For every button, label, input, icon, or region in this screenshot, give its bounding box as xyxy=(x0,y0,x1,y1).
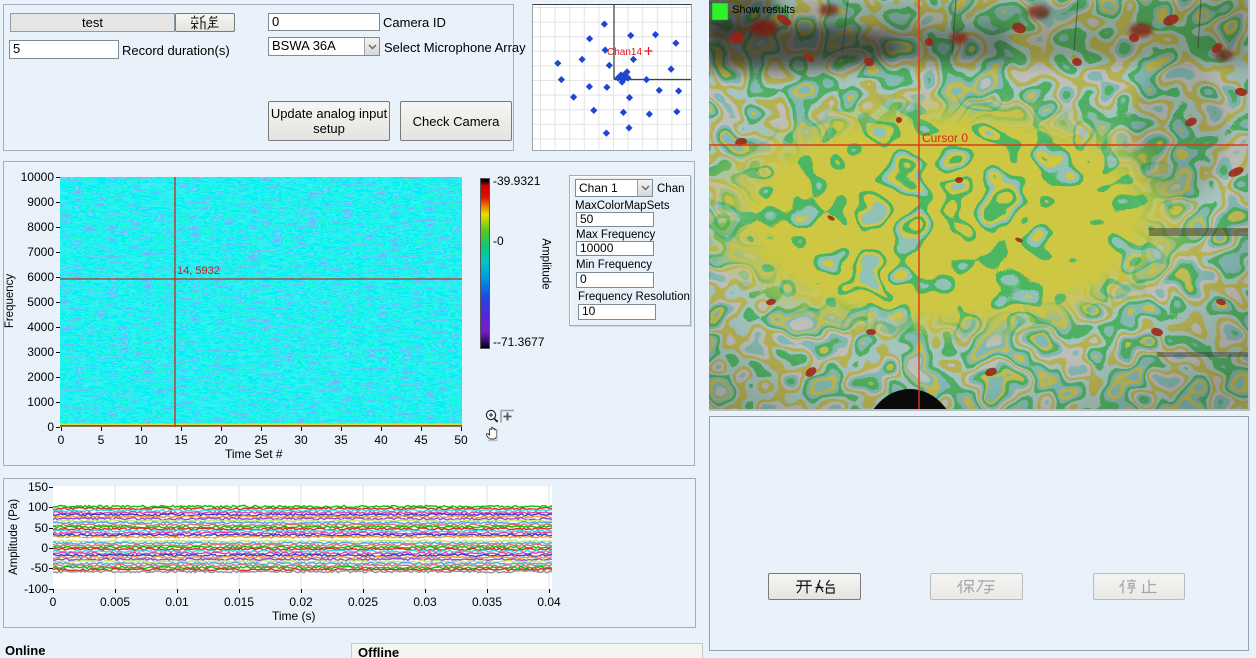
svg-text:Show results: Show results xyxy=(732,4,795,16)
svg-text:Chan14: Chan14 xyxy=(607,47,642,58)
svg-text:14, 5932: 14, 5932 xyxy=(177,265,220,277)
svg-text:Cursor 0: Cursor 0 xyxy=(922,131,968,145)
